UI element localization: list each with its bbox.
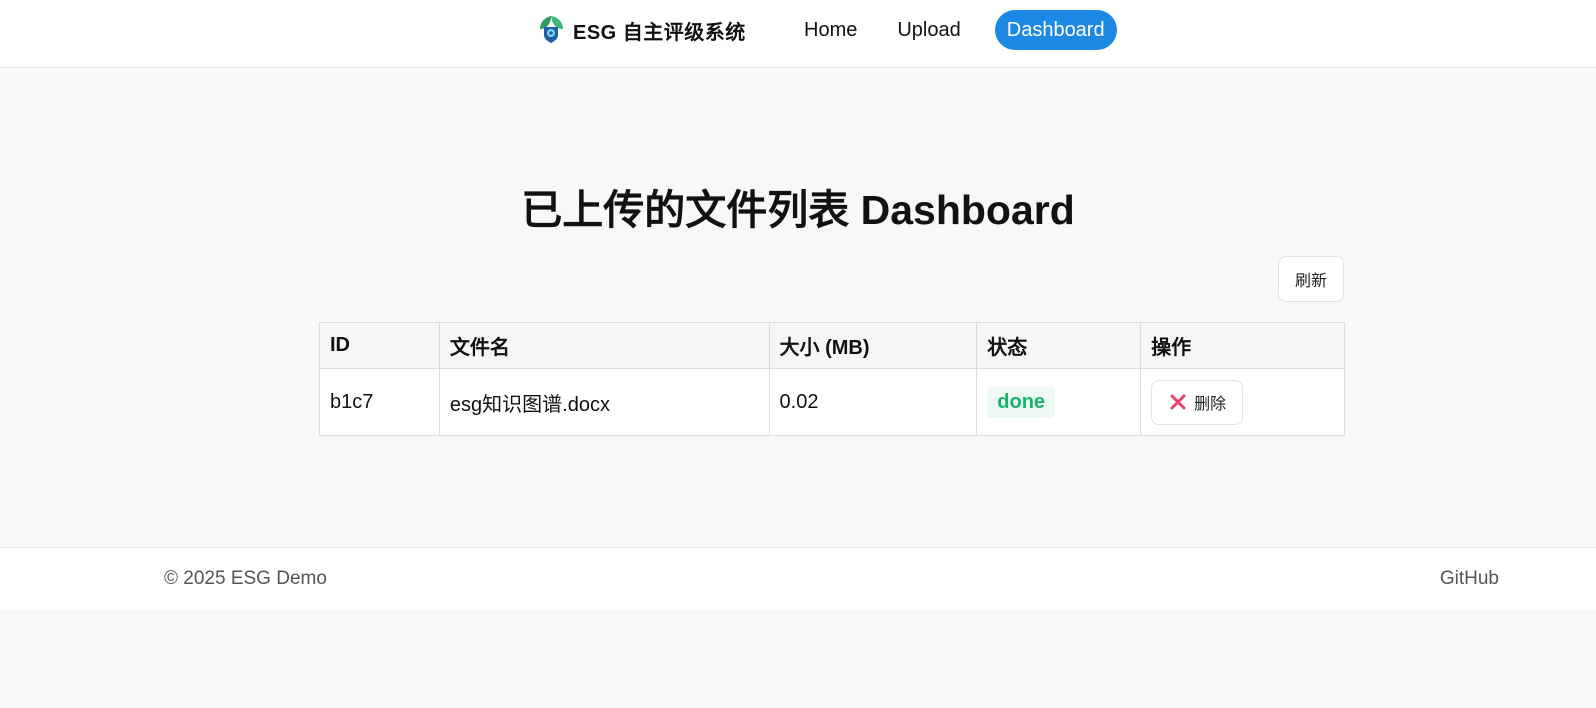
main-content: 已上传的文件列表 Dashboard 刷新 ID 文件名 大小 (MB) 状态 …: [0, 68, 1596, 547]
refresh-button[interactable]: 刷新: [1278, 256, 1344, 302]
brand-title: ESG 自主评级系统: [573, 21, 746, 44]
main-nav: Home Upload Dashboard: [790, 10, 1117, 50]
copyright-text: © 2025 ESG Demo: [164, 568, 327, 589]
cell-actions: 删除: [1140, 368, 1345, 436]
table-header-row: ID 文件名 大小 (MB) 状态 操作: [319, 322, 1345, 369]
header-actions: 操作: [1140, 322, 1345, 369]
cell-filename: esg知识图谱.docx: [438, 368, 770, 436]
delete-button[interactable]: 删除: [1151, 379, 1244, 425]
header-status: 状态: [976, 322, 1142, 369]
header-size: 大小 (MB): [768, 322, 978, 369]
cell-size: 0.02: [768, 368, 978, 436]
table-row: b1c7 esg知识图谱.docx 0.02 done 删除: [319, 368, 1345, 436]
header-filename: 文件名: [438, 322, 770, 369]
nav-home[interactable]: Home: [790, 10, 875, 50]
github-link[interactable]: GitHub: [1440, 568, 1499, 590]
nav-upload[interactable]: Upload: [885, 10, 972, 50]
leaf-shield-logo-icon: [540, 16, 563, 43]
cell-status: done: [976, 368, 1142, 436]
cell-id: b1c7: [319, 368, 440, 436]
brand[interactable]: ESG 自主评级系统: [537, 14, 746, 46]
status-badge: done: [987, 386, 1056, 418]
delete-button-label: 删除: [1194, 396, 1227, 413]
nav-dashboard[interactable]: Dashboard: [994, 10, 1117, 50]
page-title: 已上传的文件列表 Dashboard: [521, 187, 1075, 233]
footer: © 2025 ESG Demo GitHub: [0, 547, 1596, 610]
top-navbar: ESG 自主评级系统 Home Upload Dashboard: [0, 0, 1596, 68]
header-id: ID: [319, 322, 440, 369]
x-icon: [1170, 394, 1186, 410]
files-table: ID 文件名 大小 (MB) 状态 操作 b1c7 esg知识图谱.docx 0…: [319, 322, 1345, 436]
